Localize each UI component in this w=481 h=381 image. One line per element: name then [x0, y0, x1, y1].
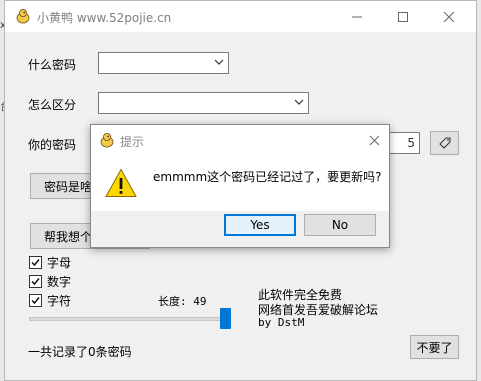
check-icon: [31, 296, 40, 304]
checkbox-digits[interactable]: 数字: [29, 273, 109, 289]
what-password-combo[interactable]: [98, 52, 229, 74]
check-icon: [31, 258, 40, 266]
duck-app-icon: [99, 132, 115, 148]
right-background-edge: [477, 0, 481, 381]
checkbox-box[interactable]: [29, 293, 42, 307]
tag-icon: [438, 137, 450, 149]
length-slider-thumb[interactable]: [219, 308, 231, 329]
tag-button[interactable]: [430, 131, 459, 155]
no-need-button[interactable]: 不要了: [410, 335, 459, 359]
prompt-dialog: 提示 emmmm这个密码已经记过了，要更新吗? Yes No: [90, 124, 390, 248]
label-how-distinguish: 怎么区分: [28, 98, 77, 112]
checkbox-letters[interactable]: 字母: [29, 254, 109, 270]
check-icon: [31, 277, 40, 285]
warning-icon: [105, 168, 137, 198]
maximize-icon: [398, 11, 408, 22]
dialog-close-button[interactable]: [365, 131, 383, 149]
no-button[interactable]: No: [304, 214, 376, 236]
minimize-icon: [352, 16, 362, 17]
record-count-text: 一共记录了0条密码: [28, 345, 132, 359]
maximize-button[interactable]: [380, 1, 426, 32]
yes-button[interactable]: Yes: [224, 214, 296, 236]
checkbox-symbols[interactable]: 字符: [29, 292, 109, 308]
dialog-title: 提示: [120, 135, 145, 149]
chevron-down-icon: [294, 99, 304, 105]
window-title: 小黄鸭 www.52pojie.cn: [37, 11, 172, 25]
checkbox-label: 字母: [47, 255, 72, 270]
password-value-text: 5: [407, 136, 415, 150]
dialog-message: emmmm这个密码已经记过了，要更新吗?: [153, 170, 382, 184]
checkbox-label: 数字: [47, 274, 72, 289]
close-icon: [369, 135, 379, 145]
close-button[interactable]: [426, 1, 472, 32]
title-bar[interactable]: 小黄鸭 www.52pojie.cn: [5, 1, 476, 32]
checkbox-label: 字符: [47, 293, 72, 308]
duck-app-icon: [15, 8, 31, 24]
label-your-password: 你的密码: [28, 138, 77, 152]
close-icon: [443, 11, 455, 22]
checkbox-box[interactable]: [29, 274, 42, 288]
label-what-password: 什么密码: [28, 58, 77, 72]
promo-line-3: by DstM: [258, 316, 305, 329]
minimize-button[interactable]: [334, 1, 380, 32]
chevron-down-icon: [214, 59, 224, 65]
checkbox-box[interactable]: [29, 255, 42, 269]
length-slider-track[interactable]: [29, 317, 229, 321]
how-distinguish-combo[interactable]: [98, 92, 309, 114]
length-label: 长度: 49: [158, 295, 207, 308]
